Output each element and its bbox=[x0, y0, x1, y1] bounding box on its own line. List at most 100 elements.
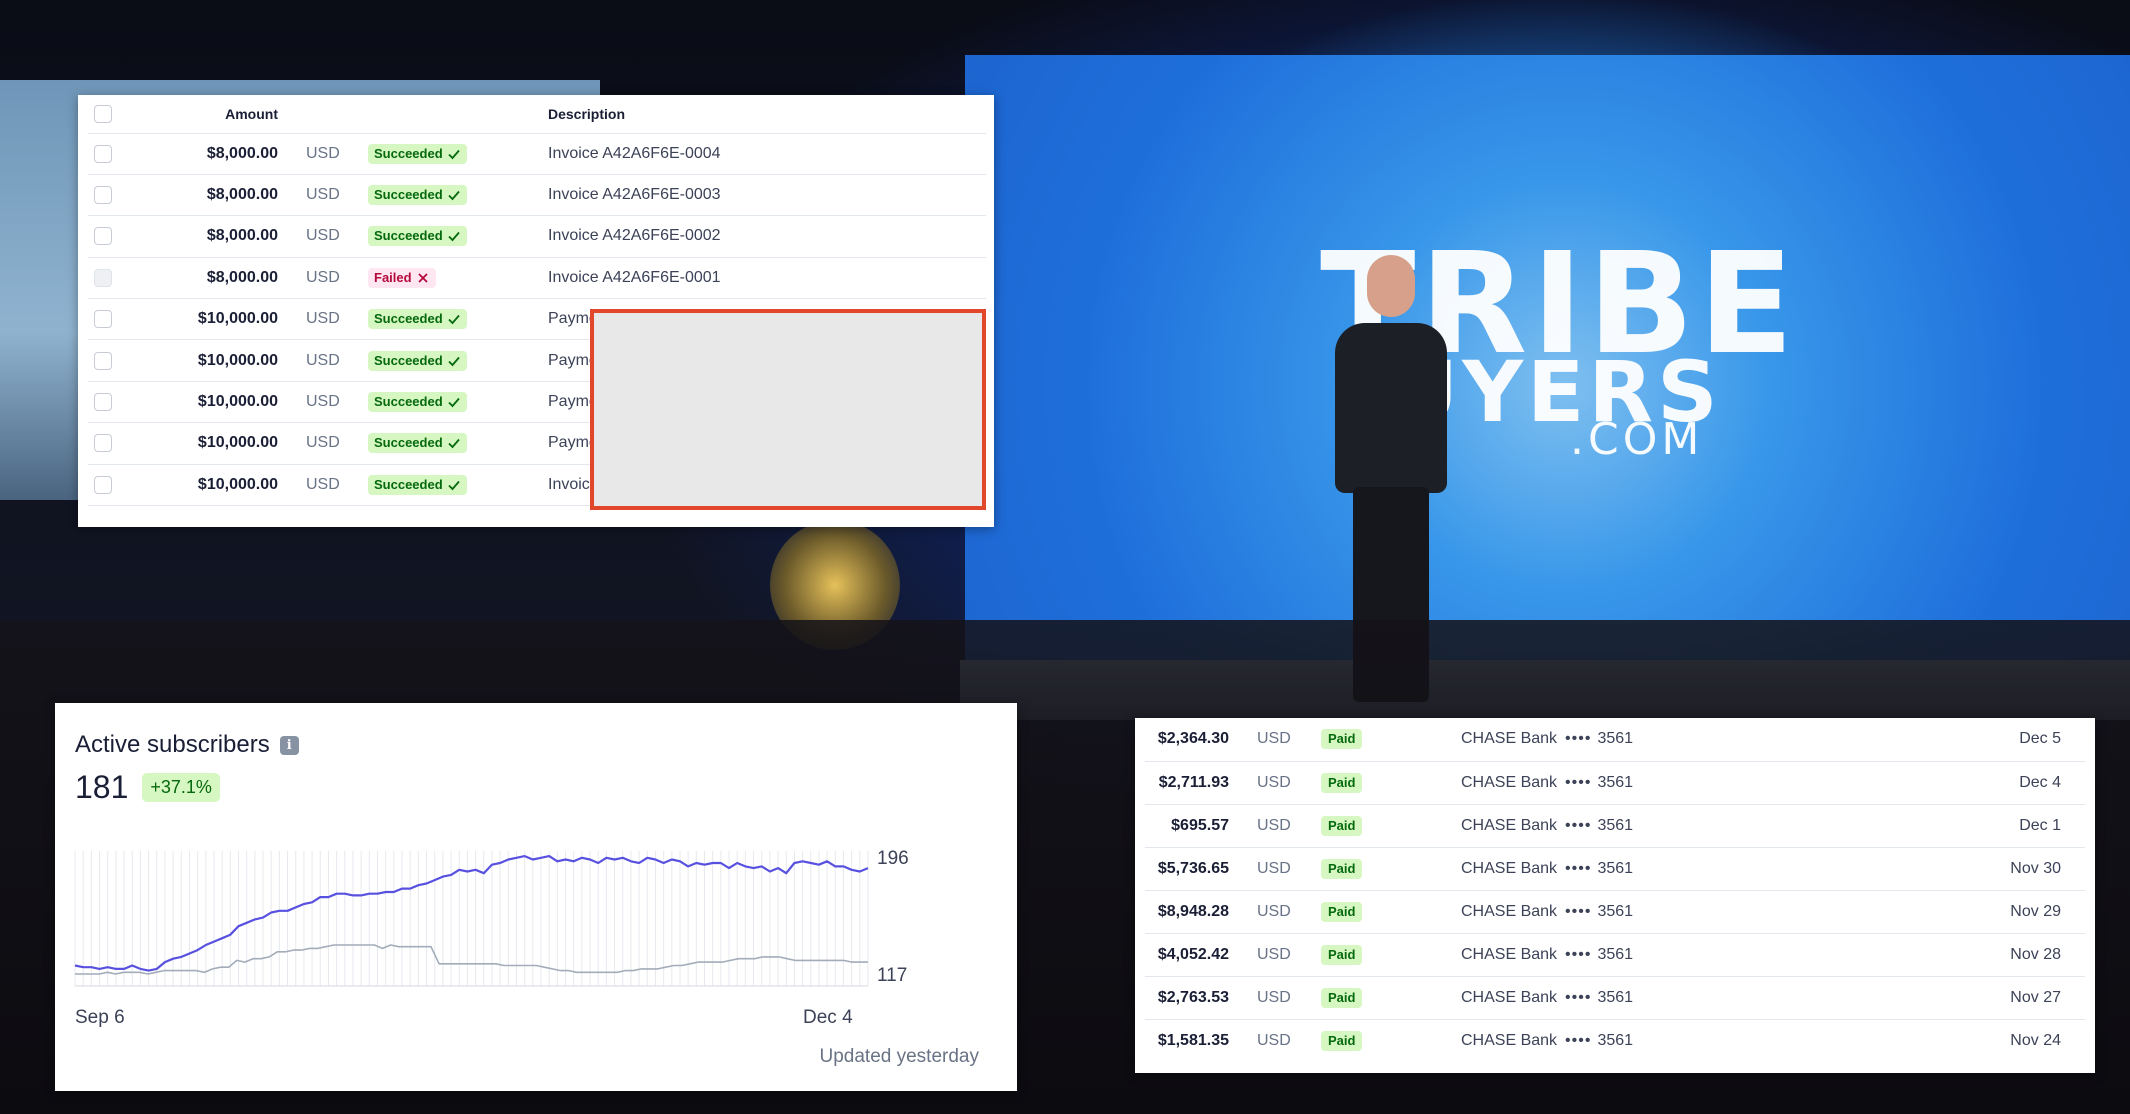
status-badge: Succeeded bbox=[368, 185, 467, 206]
bank-name: CHASE Bank bbox=[1461, 816, 1558, 834]
presenter-torso bbox=[1335, 323, 1447, 493]
payment-row[interactable]: $8,000.00 USD Succeeded Invoice A42A6F6E-00… bbox=[88, 133, 986, 175]
payout-row[interactable]: $8,948.28 USD Paid CHASE Bank •••• 3561 Nov 29 bbox=[1145, 890, 2085, 934]
payout-row[interactable]: $2,763.53 USD Paid CHASE Bank •••• 3561 Nov 27 bbox=[1145, 976, 2085, 1020]
payment-description: Invoice A42A6F6E-0001 bbox=[548, 257, 986, 300]
paid-badge: Paid bbox=[1321, 1030, 1363, 1051]
payment-row[interactable]: $8,000.00 USD Failed Invoice A42A6F6E-0001 bbox=[88, 257, 986, 300]
status-badge: Failed bbox=[368, 267, 436, 288]
payment-currency: USD bbox=[306, 381, 368, 424]
status-label: Failed bbox=[374, 269, 412, 285]
cross-icon bbox=[416, 271, 430, 285]
bank-name: CHASE Bank bbox=[1461, 730, 1558, 748]
payout-amount: $5,736.65 bbox=[1145, 847, 1257, 891]
bank-name: CHASE Bank bbox=[1461, 773, 1558, 791]
status-badge: Succeeded bbox=[368, 392, 467, 413]
backdrop-brand-text: .COM bbox=[1570, 414, 1704, 465]
x-end-label: Dec 4 bbox=[803, 1007, 853, 1028]
payment-row[interactable]: $8,000.00 USD Succeeded Invoice A42A6F6E-00… bbox=[88, 174, 986, 217]
row-checkbox[interactable] bbox=[94, 392, 112, 411]
payout-bank: CHASE Bank •••• 3561 bbox=[1461, 933, 1861, 977]
account-last4: 3561 bbox=[1597, 945, 1634, 963]
payout-date: Nov 29 bbox=[1861, 890, 2085, 934]
status-label: Succeeded bbox=[374, 187, 443, 203]
status-badge: Succeeded bbox=[368, 309, 467, 330]
payout-date: Nov 27 bbox=[1861, 976, 2085, 1020]
checkmark-icon bbox=[447, 354, 461, 368]
row-checkbox[interactable] bbox=[94, 310, 112, 329]
payout-row[interactable]: $4,052.42 USD Paid CHASE Bank •••• 3561 Nov 28 bbox=[1145, 933, 2085, 977]
row-checkbox[interactable] bbox=[94, 185, 112, 204]
redaction-box bbox=[590, 309, 986, 510]
payout-date: Nov 30 bbox=[1861, 847, 2085, 891]
payout-currency: USD bbox=[1257, 976, 1321, 1020]
payout-currency: USD bbox=[1257, 761, 1321, 805]
payout-bank: CHASE Bank •••• 3561 bbox=[1461, 718, 1861, 762]
bank-name: CHASE Bank bbox=[1461, 859, 1558, 877]
payout-currency: USD bbox=[1257, 804, 1321, 848]
payout-row[interactable]: $695.57 USD Paid CHASE Bank •••• 3561 Dec 1 bbox=[1145, 804, 2085, 848]
subscribers-line-chart[interactable]: 196 117 Sep 6 Dec 4 bbox=[55, 703, 1017, 1091]
payments-header-row: Amount Description bbox=[88, 95, 986, 134]
payout-amount: $1,581.35 bbox=[1157, 1031, 1229, 1049]
account-last4: 3561 bbox=[1597, 730, 1634, 748]
row-checkbox[interactable] bbox=[94, 475, 112, 494]
status-label: Succeeded bbox=[374, 435, 443, 451]
status-badge: Succeeded bbox=[368, 433, 467, 454]
masked-account-dots: •••• bbox=[1565, 988, 1592, 1006]
paid-badge: Paid bbox=[1321, 944, 1363, 965]
row-checkbox bbox=[94, 268, 112, 287]
payment-description: Invoice A42A6F6E-0003 bbox=[548, 174, 986, 217]
payout-row[interactable]: $2,364.30 USD Paid CHASE Bank •••• 3561 Dec 5 bbox=[1145, 718, 2085, 762]
status-badge: Succeeded bbox=[368, 226, 467, 247]
masked-account-dots: •••• bbox=[1565, 945, 1592, 963]
status-label: Succeeded bbox=[374, 145, 443, 161]
paid-badge: Paid bbox=[1321, 901, 1363, 922]
payout-bank: CHASE Bank •••• 3561 bbox=[1461, 976, 1861, 1020]
checkmark-icon bbox=[447, 395, 461, 409]
masked-account-dots: •••• bbox=[1565, 816, 1592, 834]
payouts-list-card: $2,364.30 USD Paid CHASE Bank •••• 3561 Dec 5 $… bbox=[1135, 718, 2095, 1073]
y-max-label: 196 bbox=[877, 848, 909, 869]
payout-date: Nov 28 bbox=[1861, 933, 2085, 977]
payout-bank: CHASE Bank •••• 3561 bbox=[1461, 847, 1861, 891]
payout-row[interactable]: $5,736.65 USD Paid CHASE Bank •••• 3561 Nov 30 bbox=[1145, 847, 2085, 891]
bank-name: CHASE Bank bbox=[1461, 1031, 1558, 1049]
account-last4: 3561 bbox=[1597, 902, 1634, 920]
payment-currency: USD bbox=[306, 174, 368, 217]
presenter-head bbox=[1367, 255, 1415, 317]
payment-description: Invoice A42A6F6E-0004 bbox=[548, 133, 986, 175]
payment-description: Invoice A42A6F6E-0002 bbox=[548, 215, 986, 258]
row-checkbox[interactable] bbox=[94, 144, 112, 163]
payouts-table: $2,364.30 USD Paid CHASE Bank •••• 3561 Dec 5 $… bbox=[1145, 718, 2085, 1062]
select-all-checkbox[interactable] bbox=[94, 104, 112, 123]
x-start-label: Sep 6 bbox=[75, 1007, 125, 1028]
previous-period-line bbox=[75, 944, 868, 975]
payout-row[interactable]: $1,581.35 USD Paid CHASE Bank •••• 3561 Nov 24 bbox=[1145, 1019, 2085, 1062]
payment-row[interactable]: $8,000.00 USD Succeeded Invoice A42A6F6E-00… bbox=[88, 215, 986, 258]
amount-column-header[interactable]: Amount bbox=[136, 95, 306, 134]
checkmark-icon bbox=[447, 147, 461, 161]
active-subscribers-card: Active subscribers i 181 +37.1% 196 117 Se… bbox=[55, 703, 1017, 1091]
status-badge: Succeeded bbox=[368, 350, 467, 371]
payout-currency: USD bbox=[1257, 847, 1321, 891]
payment-amount: $10,000.00 bbox=[136, 298, 306, 341]
row-checkbox[interactable] bbox=[94, 227, 112, 246]
row-checkbox[interactable] bbox=[94, 351, 112, 370]
bank-name: CHASE Bank bbox=[1461, 988, 1558, 1006]
payout-currency: USD bbox=[1257, 890, 1321, 934]
checkmark-icon bbox=[447, 478, 461, 492]
payout-currency: USD bbox=[1257, 1031, 1291, 1049]
status-badge: Succeeded bbox=[368, 143, 467, 164]
row-checkbox[interactable] bbox=[94, 434, 112, 453]
status-label: Succeeded bbox=[374, 311, 443, 327]
payout-row[interactable]: $2,711.93 USD Paid CHASE Bank •••• 3561 Dec 4 bbox=[1145, 761, 2085, 805]
payment-currency: USD bbox=[306, 422, 368, 465]
payout-date: Dec 4 bbox=[1861, 761, 2085, 805]
payout-amount: $695.57 bbox=[1145, 804, 1257, 848]
description-column-header[interactable]: Description bbox=[548, 95, 986, 134]
payout-amount: $2,711.93 bbox=[1145, 761, 1257, 805]
payment-currency: USD bbox=[306, 464, 368, 507]
masked-account-dots: •••• bbox=[1565, 773, 1592, 791]
status-label: Succeeded bbox=[374, 228, 443, 244]
